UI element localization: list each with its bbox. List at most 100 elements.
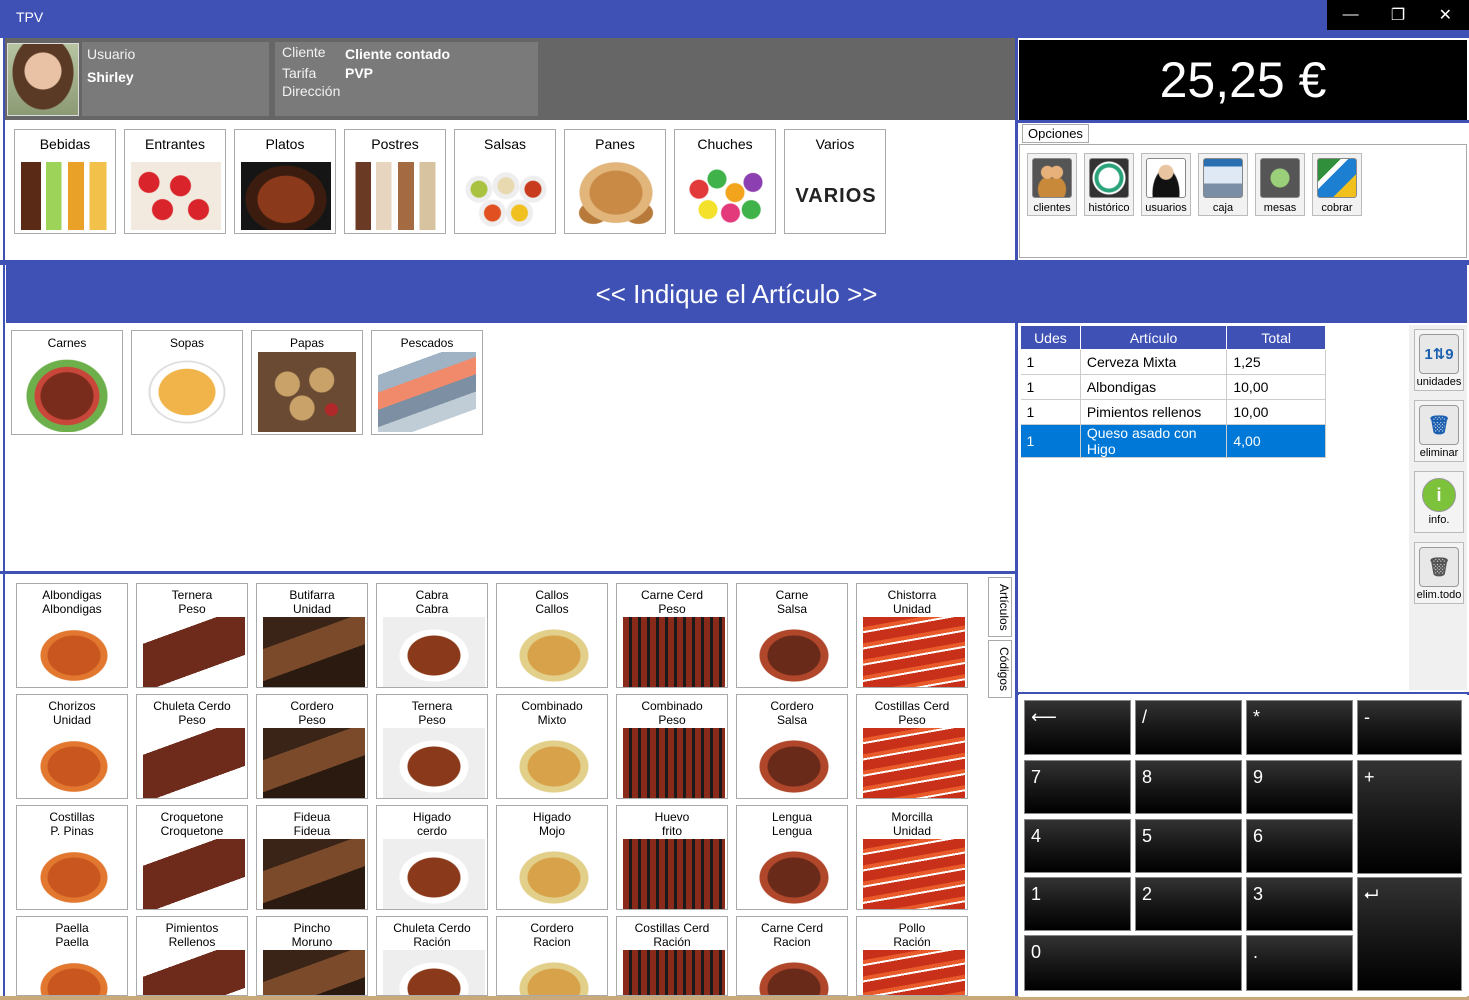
article-tile[interactable]: Callos Callos [496,583,608,688]
option-cobrar[interactable]: cobrar [1312,153,1362,216]
subcategory-papas[interactable]: Papas [251,330,363,435]
article-name: Callos [535,588,569,602]
option-mesas[interactable]: mesas [1255,153,1305,216]
option-historico[interactable]: histórico [1084,153,1134,216]
article-name: Chuleta Cerdo [153,699,231,713]
article-tile[interactable]: Combinado Peso [616,694,728,799]
subcategory-carnes[interactable]: Carnes [11,330,123,435]
article-tile[interactable]: Costillas Cerd Peso [856,694,968,799]
tab-articulos[interactable]: Artículos [988,577,1012,637]
key-9[interactable]: 9 [1246,760,1353,814]
option-usuarios[interactable]: usuarios [1141,153,1191,216]
article-tile[interactable]: Huevo frito [616,805,728,910]
article-tile[interactable]: Chuleta Cerdo Ración [376,916,488,996]
category-panes[interactable]: Panes [564,129,666,234]
key-1[interactable]: 1 [1024,877,1131,931]
subcategory-sopas[interactable]: Sopas [131,330,243,435]
category-entrantes[interactable]: Entrantes [124,129,226,234]
article-tile[interactable]: Costillas Cerd Ración [616,916,728,996]
tables-icon [1260,158,1300,198]
article-tile[interactable]: Fideua Fideua [256,805,368,910]
column-header[interactable]: Udes [1020,325,1081,350]
key-decimal[interactable]: . [1246,935,1353,991]
article-name: Cordero [770,699,814,713]
order-row[interactable]: 1 Queso asado con Higo 4,00 [1020,424,1326,458]
key-plus[interactable]: + [1357,760,1462,874]
sauces-image [461,162,551,230]
article-tile[interactable]: Lengua Lengua [736,805,848,910]
category-varios[interactable]: Varios VARIOS [784,129,886,234]
order-row[interactable]: 1 Albondigas 10,00 [1020,374,1326,400]
article-tile[interactable]: Ternera Peso [376,694,488,799]
article-tile[interactable]: Cordero Racion [496,916,608,996]
key-7[interactable]: 7 [1024,760,1131,814]
trash-all-icon: 🗑 [1419,547,1459,587]
key-2[interactable]: 2 [1135,877,1242,931]
article-tile[interactable]: Ternera Peso [136,583,248,688]
article-name: Cordero [290,699,334,713]
column-header[interactable]: Artículo [1079,325,1228,350]
minimize-icon[interactable]: — [1327,0,1374,30]
article-tile[interactable]: Combinado Mixto [496,694,608,799]
tab-opciones[interactable]: Opciones [1022,124,1089,143]
article-tile[interactable]: Pimientos Rellenos [136,916,248,996]
article-detail: frito [661,824,682,838]
article-tile[interactable]: Chorizos Unidad [16,694,128,799]
category-salsas[interactable]: Salsas [454,129,556,234]
key-4[interactable]: 4 [1024,819,1131,873]
key-minus[interactable]: - [1357,700,1462,755]
key-enter[interactable]: ⮠ [1357,877,1462,991]
key-8[interactable]: 8 [1135,760,1242,814]
option-caja[interactable]: caja [1198,153,1248,216]
article-tile[interactable]: Pincho Moruno [256,916,368,996]
trash-icon: 🗑 [1419,405,1459,445]
article-tile[interactable]: Pollo Ración [856,916,968,996]
key-multiply[interactable]: * [1246,700,1353,755]
subcategory-pescados[interactable]: Pescados [371,330,483,435]
article-detail: Peso [658,602,686,616]
article-tile[interactable]: Chistorra Unidad [856,583,968,688]
article-tile[interactable]: Butifarra Unidad [256,583,368,688]
article-tile[interactable]: Higado Mojo [496,805,608,910]
info-button[interactable]: i info. [1414,471,1464,533]
maximize-icon[interactable]: ❐ [1374,0,1421,30]
units-button[interactable]: 1⇅9 unidades [1414,329,1464,391]
article-tile[interactable]: Chuleta Cerdo Peso [136,694,248,799]
order-row[interactable]: 1 Pimientos rellenos 10,00 [1020,399,1326,425]
article-tile[interactable]: Cordero Peso [256,694,368,799]
order-row[interactable]: 1 Cerveza Mixta 1,25 [1020,349,1326,375]
key-backspace[interactable]: ⟵ [1024,700,1131,755]
article-tile[interactable]: Higado cerdo [376,805,488,910]
article-name: Croquetone [160,810,224,824]
article-name: Costillas [49,810,95,824]
key-divide[interactable]: / [1135,700,1242,755]
article-detail: Ración [653,935,691,949]
article-tile[interactable]: Morcilla Unidad [856,805,968,910]
article-tile[interactable]: Albondigas Albondigas [16,583,128,688]
category-chuches[interactable]: Chuches [674,129,776,234]
article-tile[interactable]: Costillas P. Pinas [16,805,128,910]
option-clientes[interactable]: clientes [1027,153,1077,216]
column-header[interactable]: Total [1226,325,1326,350]
category-platos[interactable]: Platos [234,129,336,234]
delete-all-button[interactable]: 🗑 elim.todo [1414,542,1464,604]
article-tile[interactable]: Carne Cerd Racion [736,916,848,996]
article-tile[interactable]: Paella Paella [16,916,128,996]
category-bebidas[interactable]: Bebidas [14,129,116,234]
delete-button[interactable]: 🗑 eliminar [1414,400,1464,462]
key-0[interactable]: 0 [1024,935,1242,991]
article-tile[interactable]: Cordero Salsa [736,694,848,799]
avatar [7,43,79,116]
category-postres[interactable]: Postres [344,129,446,234]
article-tile[interactable]: Carne Cerd Peso [616,583,728,688]
article-tile[interactable]: Carne Salsa [736,583,848,688]
tab-codigos[interactable]: Códigos [988,640,1012,698]
close-icon[interactable]: ✕ [1422,0,1469,30]
article-tile[interactable]: Croquetone Croquetone [136,805,248,910]
key-3[interactable]: 3 [1246,877,1353,931]
key-5[interactable]: 5 [1135,819,1242,873]
direccion-label: Dirección [282,83,341,99]
article-tile[interactable]: Cabra Cabra [376,583,488,688]
key-6[interactable]: 6 [1246,819,1353,873]
category-label: Bebidas [39,136,91,152]
